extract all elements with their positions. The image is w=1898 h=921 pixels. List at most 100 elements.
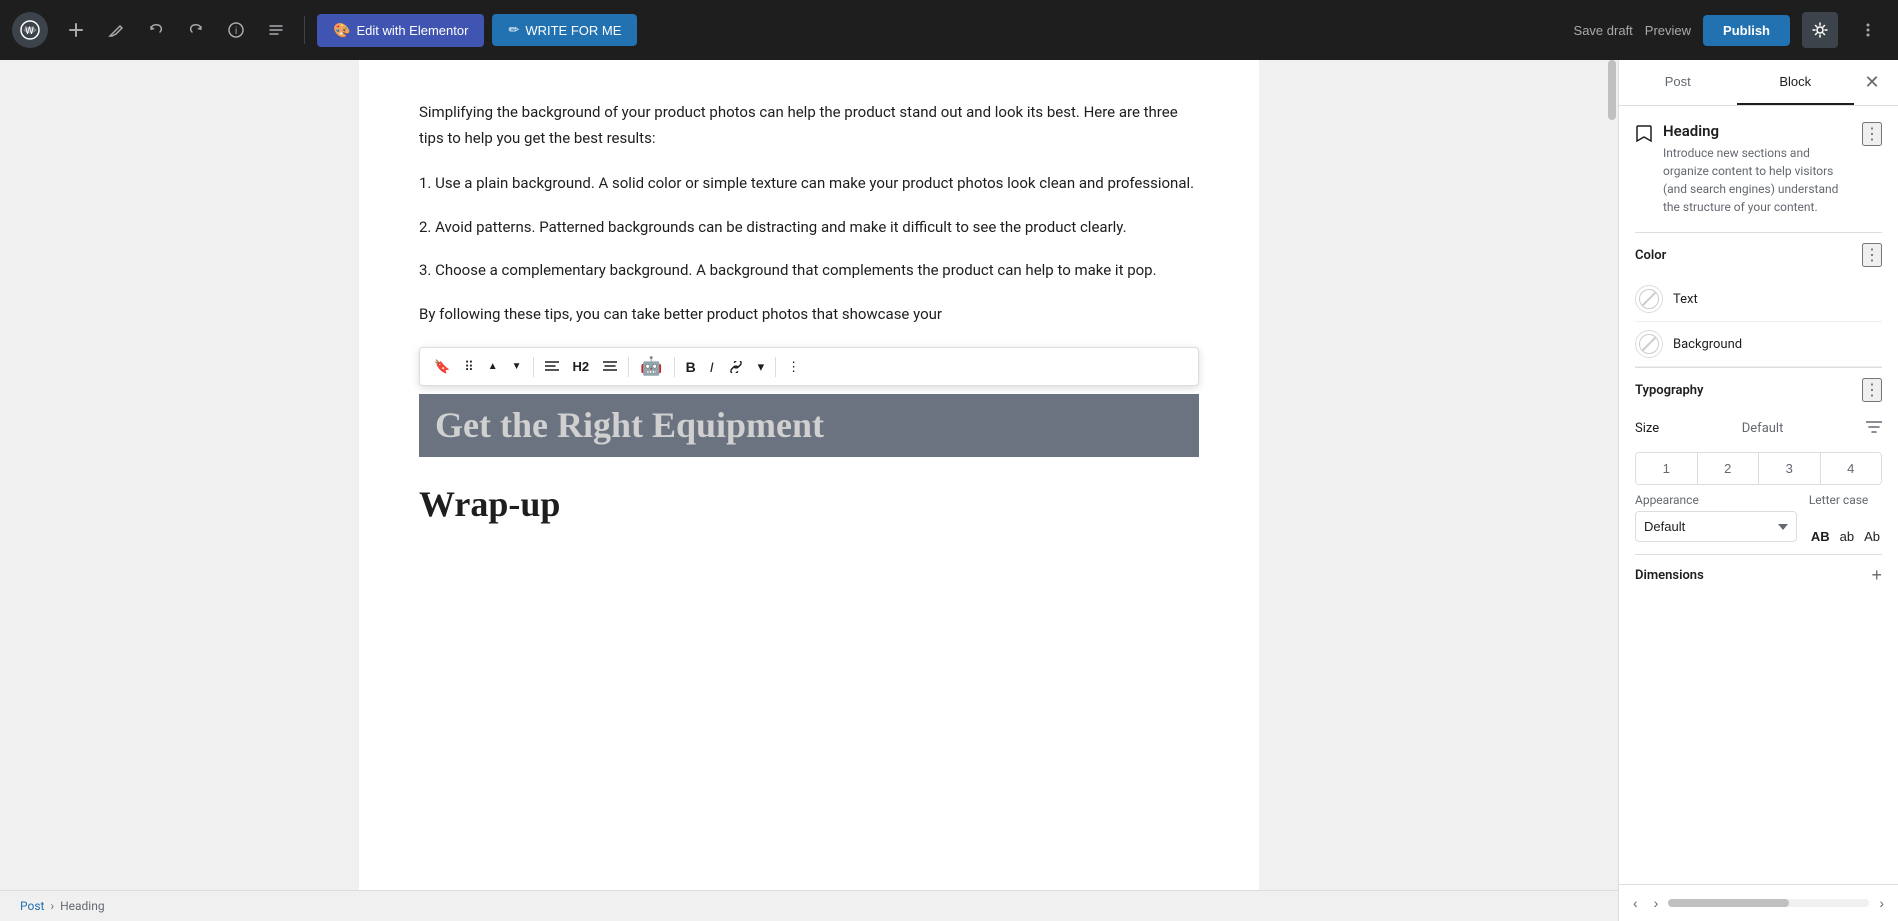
main-area: Simplifying the background of your produ… bbox=[0, 60, 1898, 921]
block-title: Heading bbox=[1663, 122, 1852, 140]
move-up-button[interactable]: ▲ bbox=[482, 357, 504, 376]
publish-button[interactable]: Publish bbox=[1703, 15, 1790, 46]
write-icon: ✏ bbox=[508, 22, 519, 38]
more-options-button[interactable] bbox=[1850, 12, 1886, 48]
ft-separator-4 bbox=[775, 357, 776, 377]
sidebar-content: Heading Introduce new sections and organ… bbox=[1619, 106, 1898, 884]
align-left-button[interactable] bbox=[539, 357, 565, 377]
block-description: Heading Introduce new sections and organ… bbox=[1663, 122, 1852, 216]
drag-handle-button[interactable]: ⠿ bbox=[458, 355, 480, 379]
tip-1[interactable]: 1. Use a plain background. A solid color… bbox=[419, 171, 1199, 197]
more-options-toolbar-button[interactable]: ▾ bbox=[752, 355, 771, 379]
breadcrumb-heading: Heading bbox=[60, 899, 105, 913]
appearance-select[interactable]: Default Thin Light Normal Bold bbox=[1635, 511, 1797, 542]
nav-end-button[interactable]: › bbox=[1873, 891, 1890, 915]
size-label: Size bbox=[1635, 421, 1659, 436]
text-color-label: Text bbox=[1673, 292, 1698, 307]
pen-tool-button[interactable] bbox=[100, 14, 132, 46]
color-text-row: Text bbox=[1635, 277, 1882, 322]
size-option-3[interactable]: 3 bbox=[1759, 453, 1821, 484]
sidebar-close-button[interactable]: ✕ bbox=[1854, 65, 1890, 101]
scrollbar-thumb[interactable] bbox=[1608, 60, 1616, 120]
color-more-button[interactable]: ⋮ bbox=[1862, 243, 1882, 267]
tip-3[interactable]: 3. Choose a complementary background. A … bbox=[419, 258, 1199, 284]
info-button[interactable]: i bbox=[220, 14, 252, 46]
move-down-button[interactable]: ▼ bbox=[506, 357, 528, 376]
size-option-2[interactable]: 2 bbox=[1698, 453, 1760, 484]
block-desc: Introduce new sections and organize cont… bbox=[1663, 144, 1852, 216]
dimensions-label: Dimensions bbox=[1635, 568, 1704, 583]
block-bookmark-icon bbox=[1635, 124, 1653, 149]
letter-case-col: Letter case AB ab Ab bbox=[1809, 493, 1882, 546]
floating-toolbar: 🔖 ⠿ ▲ ▼ H2 🤖 B I ▾ bbox=[419, 347, 1199, 386]
top-bar: W i 🎨 Edit with Elementor ✏ WRITE FOR ME… bbox=[0, 0, 1898, 60]
heading-level-button[interactable]: H2 bbox=[567, 355, 596, 378]
italic-button[interactable]: I bbox=[704, 355, 720, 379]
size-option-4[interactable]: 4 bbox=[1821, 453, 1882, 484]
sidebar-scroll-thumb[interactable] bbox=[1668, 899, 1789, 907]
tab-post[interactable]: Post bbox=[1619, 60, 1737, 105]
preview-button[interactable]: Preview bbox=[1645, 23, 1691, 38]
link-button[interactable] bbox=[722, 357, 750, 377]
ai-button[interactable]: 🤖 bbox=[634, 352, 668, 381]
edit-with-elementor-button[interactable]: 🎨 Edit with Elementor bbox=[317, 14, 484, 47]
editor-scrollbar[interactable] bbox=[1606, 60, 1618, 881]
dimensions-add-button[interactable]: + bbox=[1871, 565, 1882, 586]
redo-button[interactable] bbox=[180, 14, 212, 46]
paragraph-1[interactable]: Simplifying the background of your produ… bbox=[419, 100, 1199, 151]
sidebar-scrollbar[interactable] bbox=[1668, 899, 1869, 907]
text-color-swatch[interactable] bbox=[1635, 285, 1663, 313]
size-option-1[interactable]: 1 bbox=[1636, 453, 1698, 484]
editor-content: Simplifying the background of your produ… bbox=[419, 100, 1199, 327]
editor-area[interactable]: Simplifying the background of your produ… bbox=[0, 60, 1618, 921]
tip-2[interactable]: 2. Avoid patterns. Patterned backgrounds… bbox=[419, 215, 1199, 241]
typography-more-button[interactable]: ⋮ bbox=[1862, 378, 1882, 402]
text-align-button[interactable] bbox=[597, 357, 623, 377]
letter-case-label: Letter case bbox=[1809, 493, 1882, 507]
bold-button[interactable]: B bbox=[680, 355, 702, 379]
menu-button[interactable] bbox=[260, 14, 292, 46]
lowercase-button[interactable]: ab bbox=[1838, 527, 1856, 546]
block-options-button[interactable]: ⋮ bbox=[1862, 122, 1882, 146]
background-color-swatch[interactable] bbox=[1635, 330, 1663, 358]
save-draft-button[interactable]: Save draft bbox=[1574, 23, 1633, 38]
settings-button[interactable] bbox=[1802, 12, 1838, 48]
top-bar-right: Save draft Preview Publish bbox=[1574, 12, 1886, 48]
size-row: Size Default bbox=[1635, 412, 1882, 444]
breadcrumb-post[interactable]: Post bbox=[20, 899, 44, 913]
svg-text:W: W bbox=[25, 26, 34, 37]
bookmark-toolbar-button[interactable]: 🔖 bbox=[428, 355, 456, 379]
write-label: WRITE FOR ME bbox=[525, 23, 621, 38]
breadcrumb: Post › Heading bbox=[0, 890, 1618, 921]
background-color-label: Background bbox=[1673, 337, 1742, 352]
overflow-menu-button[interactable]: ⋮ bbox=[781, 355, 806, 379]
ft-separator-1 bbox=[533, 357, 534, 377]
elementor-icon: 🎨 bbox=[333, 22, 350, 39]
color-background-row: Background bbox=[1635, 322, 1882, 367]
nav-prev-button[interactable]: ‹ bbox=[1627, 891, 1644, 915]
tab-block[interactable]: Block bbox=[1737, 60, 1855, 105]
wp-logo[interactable]: W bbox=[12, 12, 48, 48]
size-value: Default bbox=[1742, 421, 1784, 436]
uppercase-button[interactable]: AB bbox=[1809, 527, 1832, 546]
breadcrumb-separator: › bbox=[50, 899, 54, 913]
add-button[interactable] bbox=[60, 14, 92, 46]
sidebar-bottom-nav: ‹ › › bbox=[1619, 884, 1898, 921]
partial-text[interactable]: By following these tips, you can take be… bbox=[419, 302, 1199, 328]
color-section-header[interactable]: Color ⋮ bbox=[1635, 232, 1882, 277]
dimensions-row: Dimensions + bbox=[1635, 554, 1882, 596]
letter-case-buttons: AB ab Ab bbox=[1809, 527, 1882, 546]
elementor-label: Edit with Elementor bbox=[356, 23, 468, 38]
undo-button[interactable] bbox=[140, 14, 172, 46]
wrapup-heading[interactable]: Wrap-up bbox=[419, 481, 1199, 528]
typography-section-header[interactable]: Typography ⋮ bbox=[1635, 367, 1882, 412]
capitalize-button[interactable]: Ab bbox=[1862, 527, 1882, 546]
sidebar-tabs-row: Post Block ✕ bbox=[1619, 60, 1898, 106]
nav-next-button[interactable]: › bbox=[1648, 891, 1665, 915]
block-info: Heading Introduce new sections and organ… bbox=[1635, 122, 1882, 216]
size-filter-button[interactable] bbox=[1866, 420, 1882, 436]
write-for-me-button[interactable]: ✏ WRITE FOR ME bbox=[492, 14, 637, 46]
ft-separator-2 bbox=[628, 357, 629, 377]
typography-section-title: Typography bbox=[1635, 383, 1704, 398]
selected-heading[interactable]: Get the Right Equipment bbox=[419, 394, 1199, 457]
